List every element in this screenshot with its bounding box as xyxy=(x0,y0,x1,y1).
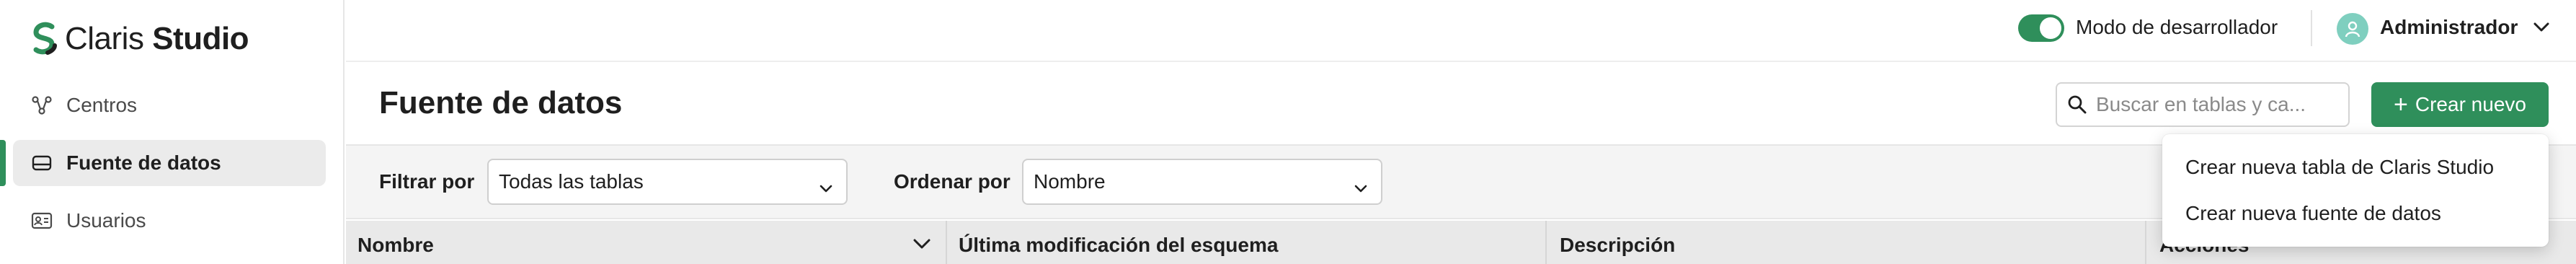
dev-mode-toggle[interactable] xyxy=(2018,14,2064,42)
topbar-divider xyxy=(2311,10,2312,46)
column-divider xyxy=(1545,221,1547,264)
sort-select[interactable]: Nombre xyxy=(1022,159,1382,205)
column-header-descripcion[interactable]: Descripción xyxy=(1560,234,1675,257)
filter-select-value: Todas las tablas xyxy=(499,170,644,193)
create-new-label: Crear nuevo xyxy=(2415,93,2526,115)
filter-label: Filtrar por xyxy=(379,170,475,193)
sidebar-item-label: Fuente de datos xyxy=(66,151,221,174)
create-new-menu: Crear nueva tabla de Claris Studio Crear… xyxy=(2162,134,2549,247)
column-header-last-modified[interactable]: Última modificación del esquema xyxy=(959,234,1278,257)
filter-select[interactable]: Todas las tablas xyxy=(487,159,848,205)
avatar[interactable] xyxy=(2337,13,2368,45)
claris-logo-icon xyxy=(33,22,57,55)
sidebar-item-usuarios[interactable]: Usuarios xyxy=(13,198,326,244)
plus-icon: + xyxy=(2394,91,2408,118)
sidebar-item-label: Usuarios xyxy=(66,209,146,232)
toggle-knob xyxy=(2040,17,2061,39)
dev-mode-label: Modo de desarrollador xyxy=(2076,16,2278,38)
sidebar-item-centros[interactable]: Centros xyxy=(13,82,326,128)
search-box[interactable] xyxy=(2056,82,2350,127)
column-divider xyxy=(946,221,947,264)
sidebar-item-fuente-de-datos[interactable]: Fuente de datos xyxy=(13,140,326,186)
chevron-down-icon xyxy=(1354,176,1368,199)
menu-item-new-data-source[interactable]: Crear nueva fuente de datos xyxy=(2185,202,2441,225)
sort-select-value: Nombre xyxy=(1034,170,1106,193)
claris-studio-logo[interactable]: Claris Studio xyxy=(30,19,249,59)
active-indicator xyxy=(0,140,6,186)
sidebar: Claris Studio Centros Fuente de datos Us… xyxy=(0,0,345,264)
column-header-nombre[interactable]: Nombre xyxy=(357,234,434,257)
sort-chevron-icon[interactable] xyxy=(912,238,931,253)
search-input[interactable] xyxy=(2096,93,2341,116)
hubs-icon xyxy=(30,94,53,117)
logo-text: Claris Studio xyxy=(65,21,249,56)
page-title: Fuente de datos xyxy=(379,85,623,120)
chevron-down-icon[interactable] xyxy=(2533,22,2550,37)
user-icon xyxy=(2345,21,2360,38)
create-new-button[interactable]: + Crear nuevo xyxy=(2371,82,2549,127)
chevron-down-icon xyxy=(819,176,833,199)
user-card-icon xyxy=(30,209,53,232)
sidebar-item-label: Centros xyxy=(66,94,138,116)
database-icon xyxy=(30,151,53,175)
sort-label: Ordenar por xyxy=(894,170,1011,193)
search-icon xyxy=(2068,95,2087,114)
user-menu-button[interactable]: Administrador xyxy=(2380,16,2518,39)
column-divider xyxy=(2145,221,2146,264)
menu-item-new-claris-table[interactable]: Crear nueva tabla de Claris Studio xyxy=(2185,156,2494,179)
